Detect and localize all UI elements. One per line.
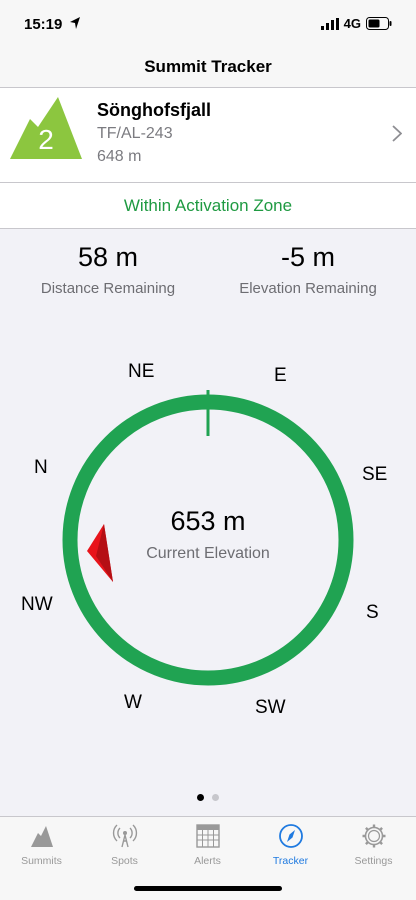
page-dot-1[interactable]: [197, 794, 204, 801]
page-indicator[interactable]: [0, 794, 416, 801]
activation-zone-status: Within Activation Zone: [123, 196, 293, 215]
summit-altitude: 648 m: [97, 148, 142, 165]
location-arrow-icon: [70, 17, 80, 29]
tab-settings[interactable]: Settings: [332, 823, 415, 867]
direction-e: E: [274, 365, 287, 386]
home-indicator: [134, 886, 282, 891]
current-elevation-label: Current Elevation: [146, 545, 270, 562]
calendar-grid-icon: [195, 824, 220, 848]
direction-ne: NE: [128, 361, 155, 382]
elevation-remaining-label: Elevation Remaining: [239, 280, 377, 297]
summit-name: Sönghofsfjall: [97, 100, 211, 120]
page-dot-2[interactable]: [212, 794, 219, 801]
network-type: 4G: [343, 16, 361, 31]
tab-settings-label: Settings: [354, 855, 393, 867]
status-indicators: 4G: [320, 16, 392, 31]
page-title: Summit Tracker: [144, 57, 272, 76]
direction-s: S: [366, 602, 379, 623]
distance-remaining-value: 58 m: [77, 242, 139, 272]
compass-ring: [62, 394, 354, 686]
tab-spots[interactable]: Spots: [83, 823, 166, 867]
battery-icon: [366, 17, 392, 30]
mountain-icon: [30, 826, 53, 847]
distance-remaining-label: Distance Remaining: [40, 280, 176, 297]
compass-icon: [278, 824, 303, 848]
tab-tracker-label: Tracker: [272, 855, 309, 867]
current-elevation-value: 653 m: [170, 506, 246, 536]
direction-sw: SW: [255, 697, 286, 718]
signal-bars-icon: [320, 17, 339, 30]
summit-reference: TF/AL-243: [97, 125, 173, 142]
antenna-icon: [112, 824, 137, 848]
status-bar: 15:19 4G: [0, 0, 416, 46]
summit-card[interactable]: 2 Sönghofsfjall TF/AL-243 648 m: [0, 88, 416, 183]
svg-text:2: 2: [38, 124, 54, 155]
direction-n: N: [34, 457, 48, 478]
gear-icon: [362, 824, 385, 848]
direction-nw: NW: [21, 594, 53, 615]
direction-se: SE: [362, 464, 388, 485]
tab-summits-label: Summits: [21, 855, 62, 867]
elevation-remaining-value: -5 m: [281, 242, 335, 272]
status-time: 15:19: [24, 16, 63, 33]
activation-zone-banner: Within Activation Zone: [0, 183, 416, 229]
tab-alerts[interactable]: Alerts: [166, 823, 249, 867]
chevron-right-icon: [392, 125, 402, 142]
summit-points-badge: 2: [10, 97, 82, 159]
navigation-bar: Summit Tracker: [0, 46, 416, 88]
tab-summits[interactable]: Summits: [0, 823, 83, 867]
tab-spots-label: Spots: [111, 855, 138, 867]
direction-w: W: [124, 692, 142, 713]
tab-alerts-label: Alerts: [194, 855, 221, 867]
tab-tracker[interactable]: Tracker: [249, 823, 332, 867]
